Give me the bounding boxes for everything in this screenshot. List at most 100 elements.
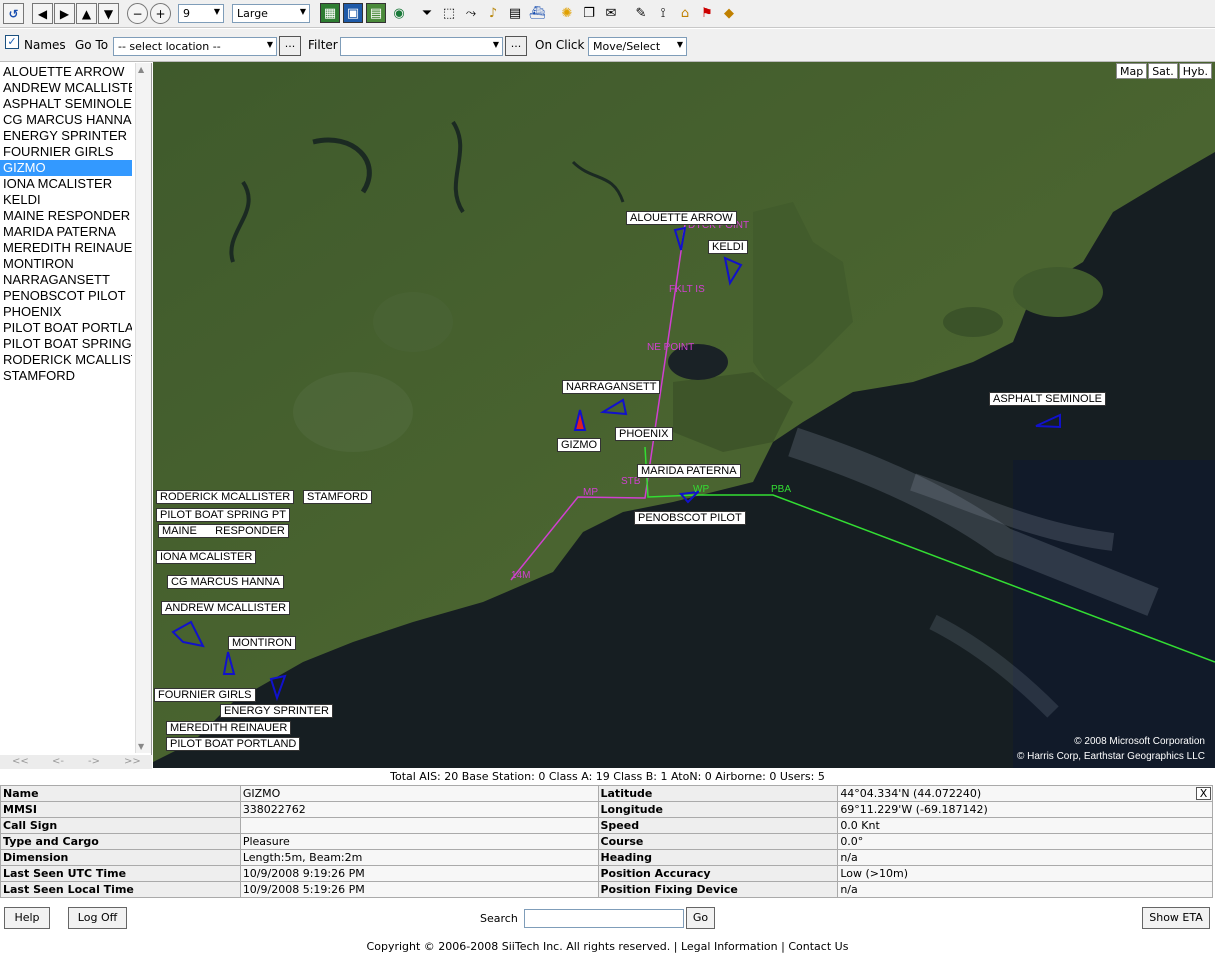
vessel-list-item[interactable]: PENOBSCOT PILOT [3,288,132,304]
vessel-list-item[interactable]: RODERICK MCALLISTER [3,352,132,368]
hybrid-view-icon[interactable]: ▤ [366,3,386,23]
layers-icon[interactable]: ❐ [579,3,599,23]
scroll-down-icon[interactable]: ▼ [138,742,144,751]
vessel-list-scrollbar[interactable]: ▲ ▼ [135,63,151,753]
pan-right-icon[interactable]: ▶ [54,3,75,24]
scroll-up-icon[interactable]: ▲ [138,65,144,74]
goto-more-button[interactable]: ... [279,36,301,56]
vessel-label[interactable]: GIZMO [557,438,602,452]
vessel-label[interactable]: NARRAGANSETT [562,380,661,394]
help-button[interactable]: Help [4,907,50,929]
vessel-label[interactable]: PHOENIX [615,427,673,441]
prev-page-button[interactable]: <- [52,756,64,767]
vessel-list-item[interactable]: GIZMO [0,160,132,176]
vessel-label[interactable]: MONTIRON [228,636,296,650]
map-canvas[interactable]: DYCK POINT FKLT IS NE POINT MP STB 14M W… [153,62,1215,768]
vessel-marker-keldi[interactable] [723,256,743,286]
pan-down-icon[interactable]: ▼ [98,3,119,24]
map-type-button[interactable]: Map [1115,63,1148,79]
onclick-mode-select[interactable]: Move/Select ▼ [588,37,687,56]
satellite-view-icon[interactable]: ▣ [343,3,363,23]
vessel-label[interactable]: ENERGY SPRINTER [220,704,333,718]
satellite-type-button[interactable]: Sat. [1148,63,1178,79]
map-view-icon[interactable]: ▦ [320,3,340,23]
vessel-list-item[interactable]: ANDREW MCALLISTER [3,80,132,96]
route-icon[interactable]: ⟟ [653,3,673,23]
vessel-list-item[interactable]: ALOUETTE ARROW [3,64,132,80]
message-icon[interactable]: ✉ [601,3,621,23]
vessel-marker-montiron[interactable] [222,651,236,675]
vessel-list-item[interactable]: PILOT BOAT SPRING [3,336,132,352]
filter-icon[interactable]: ⏷ [417,3,437,23]
vessel-label[interactable]: CG MARCUS HANNA [167,575,284,589]
track-icon[interactable]: ⤳ [461,3,481,23]
logoff-button[interactable]: Log Off [68,907,127,929]
vessel-label[interactable]: MAINE RESPONDER [158,524,289,538]
refresh-icon[interactable]: ↺ [3,3,24,24]
vessel-marker-andrew-mcallister[interactable] [171,620,205,648]
vessel-label[interactable]: FOURNIER GIRLS [154,688,256,702]
export-icon[interactable]: ▤ [505,3,525,23]
search-input[interactable] [524,909,684,928]
vessel-label[interactable]: PILOT BOAT PORTLAND [166,737,301,751]
contact-us-link[interactable]: Contact Us [788,940,848,953]
filter-select[interactable]: ▼ [340,37,503,56]
vessel-list-item[interactable]: MARIDA PATERNA [3,224,132,240]
vessel-marker-alouette-arrow[interactable] [673,226,687,251]
vessel-list-item[interactable]: ENERGY SPRINTER [3,128,132,144]
legal-information-link[interactable]: Legal Information [681,940,778,953]
zoom-out-icon[interactable]: − [127,3,148,24]
names-checkbox[interactable]: ✓ [5,35,19,49]
pan-up-icon[interactable]: ▲ [76,3,97,24]
last-page-button[interactable]: >> [124,756,141,767]
ship-icon[interactable]: ⛴ [527,3,547,23]
zoom-level-select[interactable]: 9 ▼ [178,4,224,23]
vessel-list-item[interactable]: ASPHALT SEMINOLE [3,96,132,112]
vessel-marker-asphalt-seminole[interactable] [1035,413,1061,429]
vessel-list-item[interactable]: CG MARCUS HANNA [3,112,132,128]
vessel-label[interactable]: IONA MCALISTER [156,550,257,564]
vessel-label[interactable]: RODERICK MCALLISTER [156,490,295,504]
vessel-list-item[interactable]: PILOT BOAT PORTLAND [3,320,132,336]
vessel-label[interactable]: MARIDA PATERNA [637,464,741,478]
vessel-label[interactable]: MEREDITH REINAUER [166,721,292,735]
edit-icon[interactable]: ✎ [631,3,651,23]
vessel-list-item[interactable]: NARRAGANSETT [3,272,132,288]
select-area-icon[interactable]: ⬚ [439,3,459,23]
pan-left-icon[interactable]: ◀ [32,3,53,24]
show-eta-button[interactable]: Show ETA [1142,907,1210,929]
vessel-list-item[interactable]: MEREDITH REINAUER [3,240,132,256]
globe-icon[interactable]: ◉ [389,3,409,23]
vessel-label[interactable]: ANDREW MCALLISTER [161,601,291,615]
vessel-list-item[interactable]: MONTIRON [3,256,132,272]
vessel-label[interactable]: KELDI [708,240,748,254]
vessel-list-item[interactable]: MAINE RESPONDER [3,208,132,224]
close-details-button[interactable]: X [1196,787,1211,800]
vessel-list-item[interactable]: PHOENIX [3,304,132,320]
vessel-label[interactable]: ASPHALT SEMINOLE [989,392,1107,406]
search-go-button[interactable]: Go [686,907,715,929]
vessel-label[interactable]: PILOT BOAT SPRING PT [156,508,290,522]
vessel-marker-energy-sprinter[interactable] [269,674,287,702]
label-size-select[interactable]: Large ▼ [232,4,310,23]
alarm-icon[interactable]: ♪ [483,3,503,23]
vessel-marker-gizmo[interactable] [573,409,587,431]
weather-icon[interactable]: ✺ [557,3,577,23]
vessel-list-item[interactable]: KELDI [3,192,132,208]
folder-icon[interactable]: ⌂ [675,3,695,23]
vessel-marker-narragansett[interactable] [599,398,628,416]
warning-icon[interactable]: ◆ [719,3,739,23]
flag-icon[interactable]: ⚑ [697,3,717,23]
vessel-label[interactable]: ALOUETTE ARROW [626,211,737,225]
hybrid-type-button[interactable]: Hyb. [1178,63,1212,79]
vessel-label[interactable]: STAMFORD [303,490,372,504]
vessel-label[interactable]: PENOBSCOT PILOT [634,511,746,525]
filter-more-button[interactable]: ... [505,36,527,56]
zoom-in-icon[interactable]: + [150,3,171,24]
goto-location-select[interactable]: -- select location -- ▼ [113,37,277,56]
vessel-list-item[interactable]: STAMFORD [3,368,132,384]
vessel-list-item[interactable]: IONA MCALISTER [3,176,132,192]
vessel-list-item[interactable]: FOURNIER GIRLS [3,144,132,160]
next-page-button[interactable]: -> [88,756,100,767]
first-page-button[interactable]: << [12,756,29,767]
